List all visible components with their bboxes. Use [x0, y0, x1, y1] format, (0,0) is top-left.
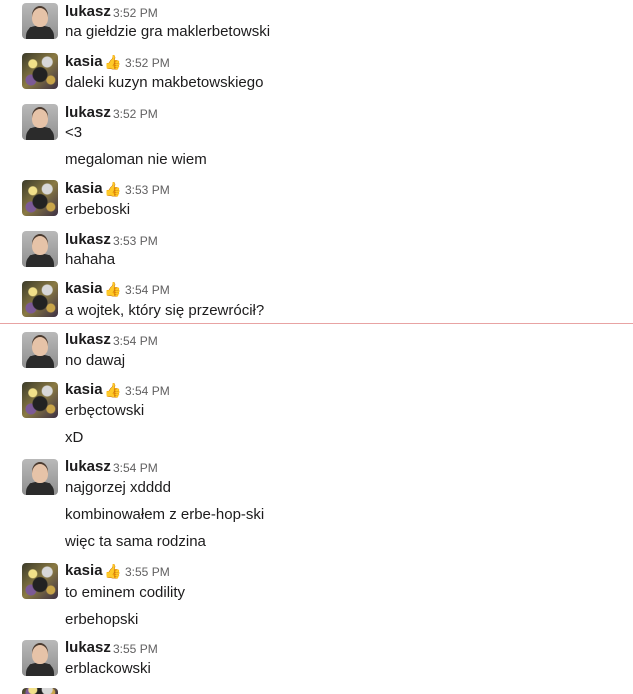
- message-text: erbęctowski: [65, 402, 145, 419]
- avatar[interactable]: [22, 180, 58, 216]
- message-text: no dawaj: [65, 352, 126, 369]
- username[interactable]: kasia: [65, 180, 103, 198]
- timestamp[interactable]: 3:54 PM: [113, 332, 158, 350]
- timestamp[interactable]: 3:54 PM: [113, 459, 158, 477]
- username[interactable]: kasia: [65, 562, 103, 580]
- avatar[interactable]: [22, 688, 58, 694]
- username[interactable]: lukasz: [65, 104, 111, 122]
- avatar[interactable]: [22, 382, 58, 418]
- timestamp[interactable]: 3:55 PM: [125, 563, 170, 581]
- message-text: kombinowałem z erbe-hop-ski: [65, 506, 265, 523]
- message-text: najgorzej xdddd: [65, 479, 171, 496]
- new-messages-divider: [0, 323, 633, 324]
- timestamp[interactable]: 3:53 PM: [113, 232, 158, 250]
- username[interactable]: kasia: [65, 53, 103, 71]
- username[interactable]: lukasz: [65, 331, 111, 349]
- timestamp[interactable]: 3:54 PM: [125, 382, 170, 400]
- avatar[interactable]: [22, 53, 58, 89]
- message-text: xD: [65, 429, 84, 446]
- avatar[interactable]: [22, 563, 58, 599]
- status-emoji-icon: 👍: [104, 563, 122, 579]
- message-text: megaloman nie wiem: [65, 151, 207, 168]
- message-text: daleki kuzyn makbetowskiego: [65, 74, 264, 91]
- message-text: na giełdzie gra maklerbetowski: [65, 23, 271, 40]
- avatar[interactable]: [22, 459, 58, 495]
- timestamp[interactable]: 3:53 PM: [125, 181, 170, 199]
- message-text: to eminem codility: [65, 584, 186, 601]
- avatar[interactable]: [22, 104, 58, 140]
- message-text: hahaha: [65, 251, 116, 268]
- message-text: erbehopski: [65, 611, 139, 628]
- message-text: erblackowski: [65, 660, 151, 677]
- status-emoji-icon: 👍: [104, 382, 122, 398]
- username[interactable]: lukasz: [65, 458, 111, 476]
- message-text: więc ta sama rodzina: [65, 533, 206, 550]
- avatar[interactable]: [22, 281, 58, 317]
- status-emoji-icon: 👍: [104, 54, 122, 70]
- username[interactable]: lukasz: [65, 231, 111, 249]
- avatar[interactable]: [22, 231, 58, 267]
- avatar[interactable]: [22, 640, 58, 676]
- message-text: a wojtek, który się przewrócił?: [65, 302, 265, 319]
- timestamp[interactable]: 3:52 PM: [113, 4, 158, 22]
- status-emoji-icon: 👍: [104, 281, 122, 297]
- timestamp[interactable]: 3:52 PM: [113, 105, 158, 123]
- message-text: erbeboski: [65, 201, 131, 218]
- avatar[interactable]: [22, 332, 58, 368]
- username[interactable]: kasia: [65, 381, 103, 399]
- status-emoji-icon: 👍: [104, 181, 122, 197]
- avatar[interactable]: [22, 3, 58, 39]
- username[interactable]: lukasz: [65, 639, 111, 657]
- timestamp[interactable]: 3:54 PM: [125, 281, 170, 299]
- username[interactable]: kasia: [65, 280, 103, 298]
- timestamp[interactable]: 3:52 PM: [125, 54, 170, 72]
- message-text: <3: [65, 124, 83, 141]
- timestamp[interactable]: 3:55 PM: [113, 640, 158, 658]
- username[interactable]: lukasz: [65, 3, 111, 21]
